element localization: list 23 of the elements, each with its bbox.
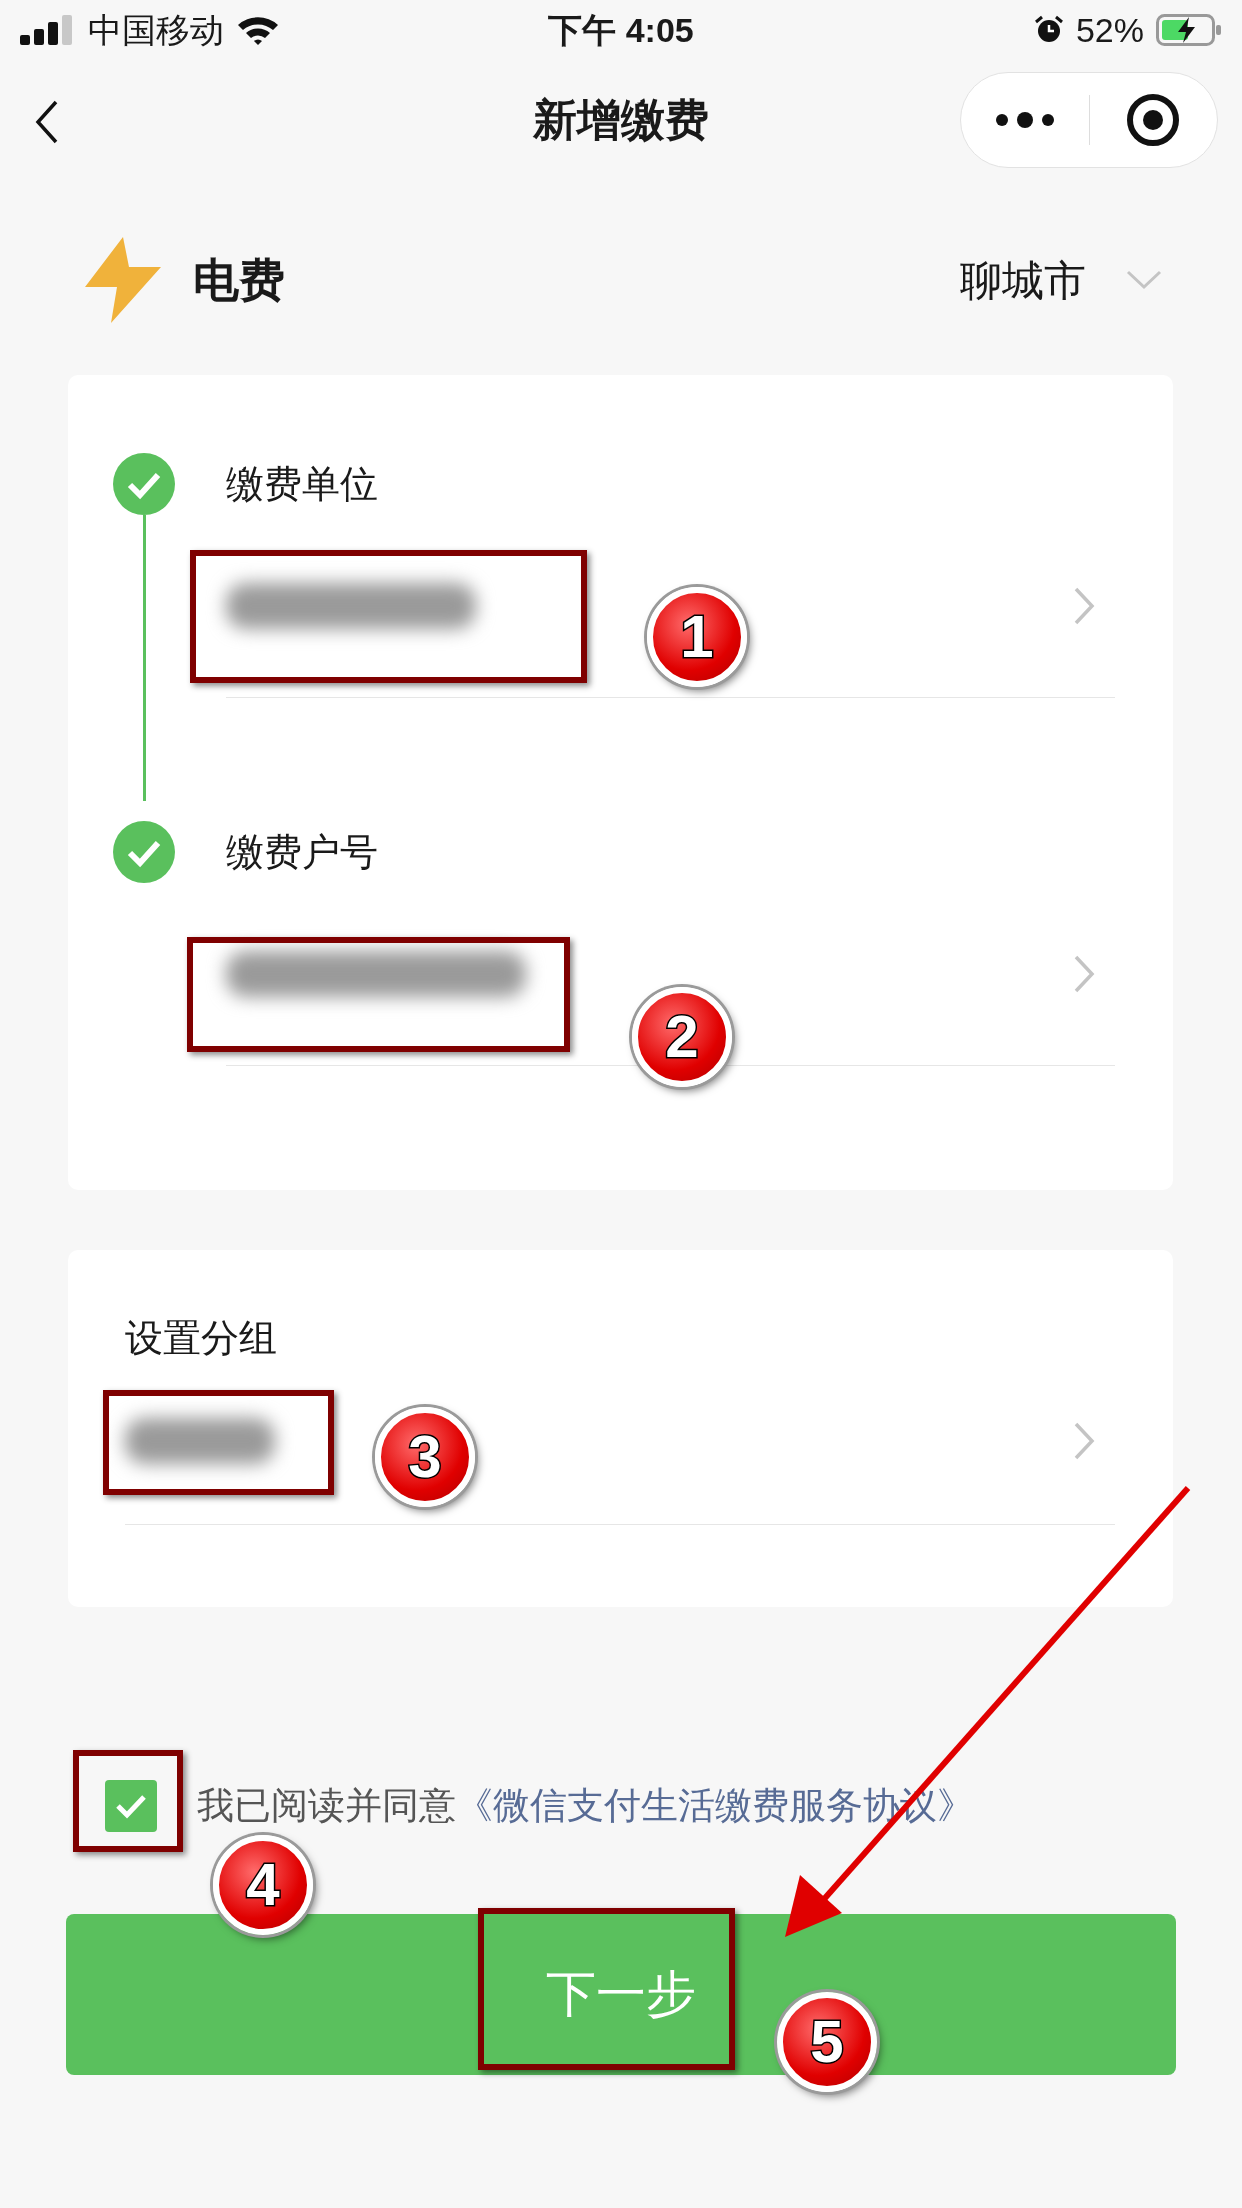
chevron-right-icon [1073, 954, 1095, 994]
alarm-clock-icon [1033, 15, 1064, 45]
battery-charging-icon [1156, 14, 1222, 46]
more-icon[interactable] [994, 111, 1055, 129]
battery-percent: 52% [1075, 9, 1144, 51]
chevron-right-icon [1073, 1421, 1095, 1461]
checkmark-icon [115, 1793, 147, 1819]
close-target-icon[interactable] [1126, 93, 1181, 147]
carrier-name: 中国移动 [88, 9, 224, 51]
field-label: 设置分组 [125, 1318, 278, 1358]
page-title: 新增缴费 [533, 94, 709, 146]
lightning-icon [85, 237, 161, 323]
clock-time: 下午 4:05 [548, 9, 694, 51]
back-icon[interactable] [35, 100, 59, 144]
category-name: 电费 [193, 252, 285, 308]
field-label: 缴费单位 [226, 461, 378, 507]
chevron-right-icon [1073, 586, 1095, 626]
agreement-checkbox[interactable] [105, 1780, 157, 1832]
city-selector[interactable]: 聊城市 [960, 248, 1086, 312]
wifi-icon [236, 14, 280, 46]
step-number-badge: 5 [777, 1992, 877, 2092]
step-number-badge: 4 [213, 1835, 313, 1935]
field-label: 缴费户号 [226, 829, 378, 875]
